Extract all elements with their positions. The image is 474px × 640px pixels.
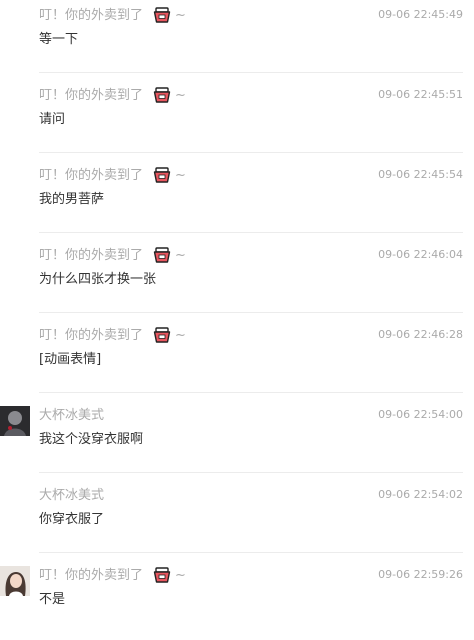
- timestamp: 09-06 22:46:04: [378, 248, 463, 261]
- message-text: 为什么四张才换一张: [39, 272, 157, 287]
- divider: [39, 552, 463, 553]
- chat-message: 叮！你的外卖到了 ~09-06 22:59:26 不是: [0, 560, 474, 640]
- message-text: 我这个没穿衣服啊: [39, 432, 144, 447]
- divider: [39, 232, 463, 233]
- username-suffix: ~: [175, 168, 186, 183]
- avatar[interactable]: [0, 406, 30, 436]
- username-suffix: ~: [175, 328, 186, 343]
- username-suffix: ~: [175, 88, 186, 103]
- username[interactable]: 叮！你的外卖到了: [39, 248, 143, 264]
- username[interactable]: 大杯冰美式: [39, 408, 104, 424]
- chat-message: 叮！你的外卖到了 ~09-06 22:45:54 我的男菩萨: [0, 160, 474, 240]
- username-suffix: ~: [175, 8, 186, 23]
- timestamp: 09-06 22:59:26: [378, 568, 463, 581]
- message-text: 不是: [39, 592, 66, 607]
- message-text: [动画表情]: [39, 352, 102, 367]
- avatar[interactable]: [0, 566, 30, 596]
- takeout-bowl-icon: [153, 567, 171, 584]
- username-suffix: ~: [175, 568, 186, 583]
- message-text: 你穿衣服了: [39, 512, 105, 527]
- username[interactable]: 叮！你的外卖到了: [39, 328, 143, 344]
- timestamp: 09-06 22:45:49: [378, 8, 463, 21]
- chat-message: 大杯冰美式 09-06 22:54:00 我这个没穿衣服啊: [0, 400, 474, 480]
- message-text: 等一下: [39, 32, 79, 47]
- takeout-bowl-icon: [153, 87, 171, 104]
- divider: [39, 152, 463, 153]
- username[interactable]: 叮！你的外卖到了: [39, 88, 143, 104]
- chat-message: 大杯冰美式 09-06 22:54:02 你穿衣服了: [0, 480, 474, 560]
- takeout-bowl-icon: [153, 327, 171, 344]
- username[interactable]: 叮！你的外卖到了: [39, 568, 143, 584]
- message-text: 我的男菩萨: [39, 192, 105, 207]
- timestamp: 09-06 22:46:28: [378, 328, 463, 341]
- takeout-bowl-icon: [153, 167, 171, 184]
- timestamp: 09-06 22:54:02: [378, 488, 463, 501]
- chat-message: 叮！你的外卖到了 ~09-06 22:46:04 为什么四张才换一张: [0, 240, 474, 320]
- username[interactable]: 大杯冰美式: [39, 488, 104, 504]
- chat-message: 叮！你的外卖到了 ~09-06 22:46:28 [动画表情]: [0, 320, 474, 400]
- timestamp: 09-06 22:54:00: [378, 408, 463, 421]
- username[interactable]: 叮！你的外卖到了: [39, 168, 143, 184]
- takeout-bowl-icon: [153, 7, 171, 24]
- divider: [39, 312, 463, 313]
- chat-message: 叮！你的外卖到了 ~09-06 22:45:51 请问: [0, 80, 474, 160]
- message-text: 请问: [39, 112, 66, 127]
- divider: [39, 392, 463, 393]
- takeout-bowl-icon: [153, 247, 171, 264]
- username-suffix: ~: [175, 248, 186, 263]
- timestamp: 09-06 22:45:54: [378, 168, 463, 181]
- timestamp: 09-06 22:45:51: [378, 88, 463, 101]
- divider: [39, 72, 463, 73]
- divider: [39, 472, 463, 473]
- chat-message: 叮！你的外卖到了 ~09-06 22:45:49 等一下: [0, 0, 474, 80]
- username[interactable]: 叮！你的外卖到了: [39, 8, 143, 24]
